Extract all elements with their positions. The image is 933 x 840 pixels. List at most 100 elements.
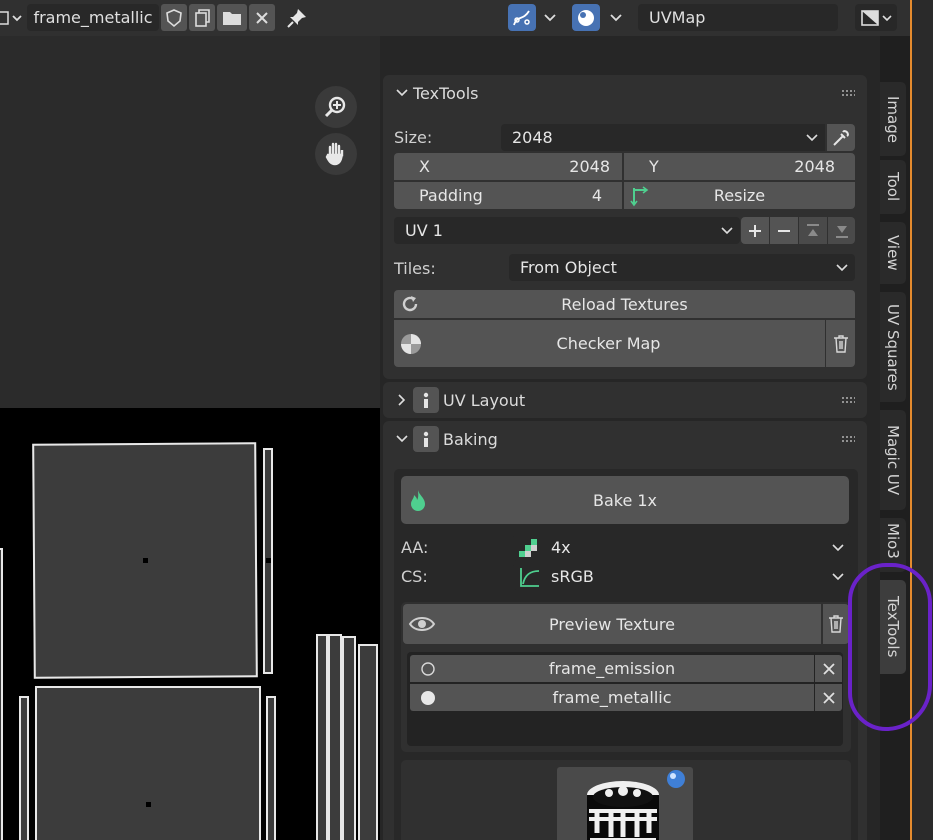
aa-dropdown[interactable]: 4x xyxy=(513,534,851,561)
tab-image[interactable]: Image xyxy=(880,82,906,156)
baking-panel: Baking Bake 1x AA: 4x CS: sRGB Preview T… xyxy=(383,421,867,840)
uv-island[interactable] xyxy=(19,696,29,840)
uv-texture-area[interactable] xyxy=(0,408,380,840)
size-x-field[interactable]: X 2048 xyxy=(394,153,622,180)
chevron-down-icon xyxy=(391,88,413,98)
x-value: 2048 xyxy=(569,157,610,176)
uv-island[interactable] xyxy=(316,634,328,840)
chevron-down-icon xyxy=(721,227,733,235)
delete-preview-button[interactable] xyxy=(823,604,849,644)
cs-label: CS: xyxy=(401,567,428,586)
zoom-button[interactable] xyxy=(315,86,357,128)
uv-editor-viewport[interactable] xyxy=(0,36,380,408)
tab-label: Tool xyxy=(884,172,902,202)
tab-label: Image xyxy=(884,95,902,143)
uv-island[interactable] xyxy=(35,686,261,840)
eye-icon xyxy=(408,617,436,631)
aa-value: 4x xyxy=(551,538,571,557)
eyedropper-button[interactable] xyxy=(827,124,855,151)
uv-island[interactable] xyxy=(358,644,378,840)
antialias-icon xyxy=(519,539,537,557)
display-channels-dropdown[interactable] xyxy=(855,4,897,31)
tab-magic-uv[interactable]: Magic UV xyxy=(880,410,906,510)
tab-label: Magic UV xyxy=(884,424,902,496)
radio-empty-icon[interactable] xyxy=(420,661,436,677)
zoom-icon xyxy=(324,96,346,118)
x-label: X xyxy=(419,157,430,176)
uv-map-selector[interactable]: UVMap xyxy=(638,4,838,31)
bake-button[interactable]: Bake 1x xyxy=(401,476,849,524)
resize-button[interactable]: Resize xyxy=(624,182,855,209)
chevron-down-icon xyxy=(610,13,622,21)
new-image-button[interactable] xyxy=(189,4,215,31)
radio-filled-icon[interactable] xyxy=(420,690,436,706)
reload-textures-button[interactable]: Reload Textures xyxy=(394,290,855,318)
texture-name: frame_emission xyxy=(548,659,676,678)
chevron-down-icon xyxy=(836,264,848,272)
checker-map-button[interactable]: Checker Map xyxy=(394,320,825,367)
texture-item[interactable]: frame_emission xyxy=(410,655,814,682)
textools-panel-header[interactable]: TexTools xyxy=(383,75,867,111)
uv-layout-panel-header[interactable]: UV Layout xyxy=(383,382,867,418)
add-uv-button[interactable] xyxy=(741,217,769,244)
move-uv-down-button[interactable] xyxy=(828,217,855,244)
texture-item[interactable]: frame_metallic xyxy=(410,684,814,711)
editor-type-dropdown[interactable] xyxy=(0,4,24,31)
editor-header: frame_metallic UVMap xyxy=(0,0,910,36)
trash-icon xyxy=(833,334,848,353)
info-icon xyxy=(413,387,439,413)
display-mode-button[interactable] xyxy=(572,4,600,31)
color-curve-icon xyxy=(520,568,540,587)
shield-icon xyxy=(166,8,182,27)
padding-field[interactable]: Padding 4 xyxy=(394,182,622,209)
tab-view[interactable]: View xyxy=(880,222,906,284)
move-uv-up-button[interactable] xyxy=(799,217,827,244)
chevron-down-icon xyxy=(806,134,818,142)
uv-island[interactable] xyxy=(266,696,276,840)
tab-uv-squares[interactable]: UV Squares xyxy=(880,292,906,402)
uv-channel-value: UV 1 xyxy=(405,221,443,240)
tab-tool[interactable]: Tool xyxy=(880,160,906,214)
remove-uv-button[interactable] xyxy=(770,217,798,244)
annotation-highlight xyxy=(848,563,932,731)
unlink-image-button[interactable] xyxy=(249,4,275,31)
uv-island[interactable] xyxy=(342,636,356,840)
pan-button[interactable] xyxy=(315,133,357,175)
drag-grip-icon[interactable] xyxy=(841,435,855,443)
uv-sync-toggle[interactable] xyxy=(508,4,536,31)
eyedropper-icon xyxy=(833,129,849,146)
tiles-dropdown[interactable]: From Object xyxy=(509,254,855,281)
pin-button[interactable] xyxy=(283,4,311,31)
uv-channel-dropdown[interactable]: UV 1 xyxy=(394,217,740,244)
display-mode-dropdown[interactable] xyxy=(604,4,628,31)
open-image-button[interactable] xyxy=(217,4,247,31)
bake-mode-thumbnail[interactable] xyxy=(557,767,693,840)
uv-select-icon xyxy=(513,9,530,25)
fake-user-button[interactable] xyxy=(161,4,187,31)
padding-value: 4 xyxy=(591,186,602,205)
cs-dropdown[interactable]: sRGB xyxy=(513,563,851,590)
uv-island[interactable] xyxy=(328,634,342,840)
y-label: Y xyxy=(649,157,659,176)
uv-island[interactable] xyxy=(0,548,3,840)
size-dropdown[interactable]: 2048 xyxy=(501,124,825,151)
minus-icon xyxy=(778,229,790,232)
preview-texture-label: Preview Texture xyxy=(549,614,675,634)
delete-checker-button[interactable] xyxy=(826,320,855,367)
drag-grip-icon[interactable] xyxy=(841,89,855,97)
checker-map-label: Checker Map xyxy=(556,334,661,353)
image-name-text: frame_metallic xyxy=(33,8,153,27)
image-channels-icon xyxy=(861,9,892,26)
preview-texture-button[interactable]: Preview Texture xyxy=(403,604,821,644)
folder-icon xyxy=(223,11,241,25)
remove-texture-button[interactable] xyxy=(815,684,842,711)
baking-panel-header[interactable]: Baking xyxy=(383,421,867,457)
uv-select-dropdown[interactable] xyxy=(538,4,562,31)
tab-label: Mio3 xyxy=(884,523,902,559)
remove-texture-button[interactable] xyxy=(815,655,842,682)
bake-preview-image xyxy=(587,770,685,840)
image-name-field[interactable]: frame_metallic xyxy=(27,4,159,31)
reload-label: Reload Textures xyxy=(561,294,688,314)
size-y-field[interactable]: Y 2048 xyxy=(624,153,855,180)
drag-grip-icon[interactable] xyxy=(841,396,855,404)
